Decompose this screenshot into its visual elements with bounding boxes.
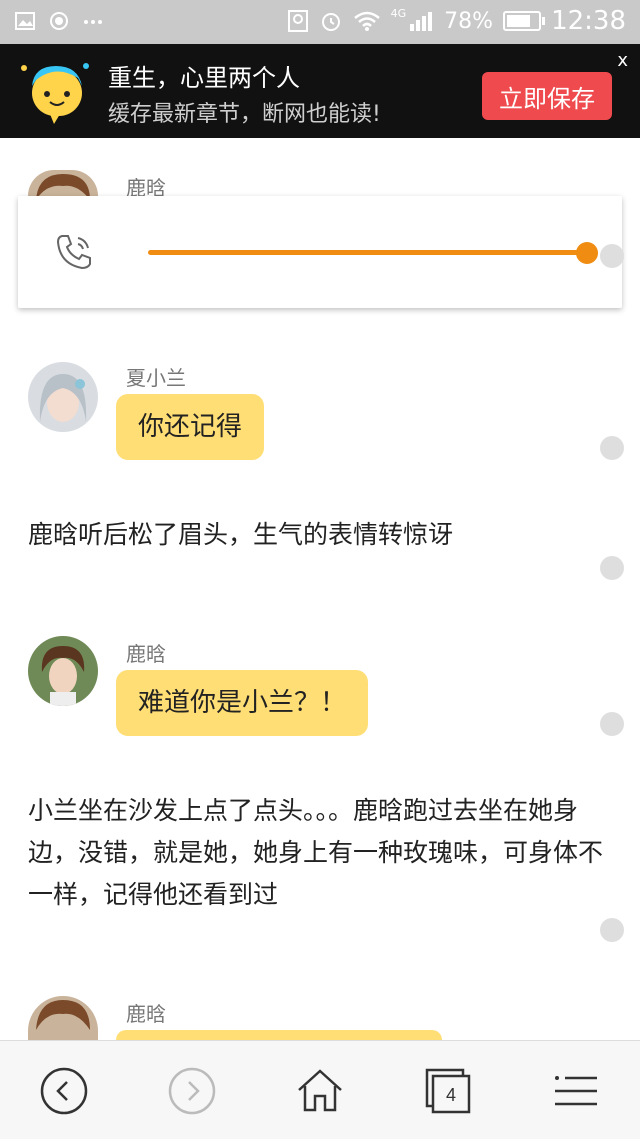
browser-toolbar: 4 (0, 1040, 640, 1139)
narration-text: 小兰坐在沙发上点了点头。。。鹿晗跑过去坐在她身边，没错，就是她，她身上有一种玫瑰… (28, 796, 604, 909)
promo-banner: 重生，心里两个人 缓存最新章节，断网也能读! 立即保存 x (0, 44, 640, 138)
speaker-name: 鹿晗 (126, 1002, 166, 1026)
gallery-icon (15, 12, 35, 30)
back-button[interactable] (34, 1061, 94, 1121)
comment-dot[interactable] (600, 918, 624, 942)
speaker-name: 鹿晗 (126, 642, 166, 666)
alarm-icon (321, 13, 340, 31)
battery-percent: 78% (444, 8, 494, 34)
app-logo-icon (21, 63, 89, 124)
narration-text: 鹿晗听后松了眉头，生气的表情转惊讶 (28, 520, 454, 549)
speaker-name: 夏小兰 (126, 366, 186, 390)
forward-icon (168, 1067, 216, 1115)
avatar[interactable] (28, 636, 98, 706)
menu-button[interactable] (546, 1061, 606, 1121)
tabs-button[interactable]: 4 (418, 1061, 478, 1121)
close-banner-button[interactable]: x (617, 50, 628, 71)
battery-icon (503, 11, 546, 31)
forward-button[interactable] (162, 1061, 222, 1121)
signal-icon (410, 12, 433, 31)
more-icon (84, 20, 102, 24)
phone-call-icon[interactable] (52, 230, 96, 274)
network-type: 4G (390, 6, 407, 20)
comment-dot[interactable] (600, 244, 624, 268)
avatar[interactable] (28, 362, 98, 432)
audio-player (18, 196, 622, 308)
banner-title: 重生，心里两个人 (108, 64, 300, 92)
avatar[interactable] (28, 996, 98, 1040)
home-button[interactable] (290, 1061, 350, 1121)
clock: 12:38 (551, 6, 626, 36)
wifi-icon (353, 11, 380, 31)
back-icon (40, 1067, 88, 1115)
menu-icon (555, 1076, 597, 1106)
avatar[interactable] (28, 170, 98, 196)
record-icon (50, 12, 68, 30)
comment-dot[interactable] (600, 712, 624, 736)
comment-dot[interactable] (600, 436, 624, 460)
location-icon (287, 10, 308, 32)
banner-subtitle: 缓存最新章节，断网也能读! (108, 102, 381, 127)
home-icon (298, 1069, 342, 1112)
comment-dot[interactable] (600, 556, 624, 580)
audio-progress-track[interactable] (148, 250, 586, 255)
audio-progress-handle[interactable] (576, 242, 598, 264)
save-now-button[interactable]: 立即保存 (482, 72, 612, 120)
tabs-count: 4 (446, 1085, 456, 1105)
chat-bubble[interactable]: 你还记得 (116, 394, 265, 460)
chat-bubble[interactable]: 难道你是小兰？！ (116, 670, 369, 736)
tabs-icon: 4 (425, 1068, 471, 1114)
chat-bubble[interactable] (116, 1030, 442, 1040)
status-bar: 4G 78% 12:38 (0, 0, 640, 44)
